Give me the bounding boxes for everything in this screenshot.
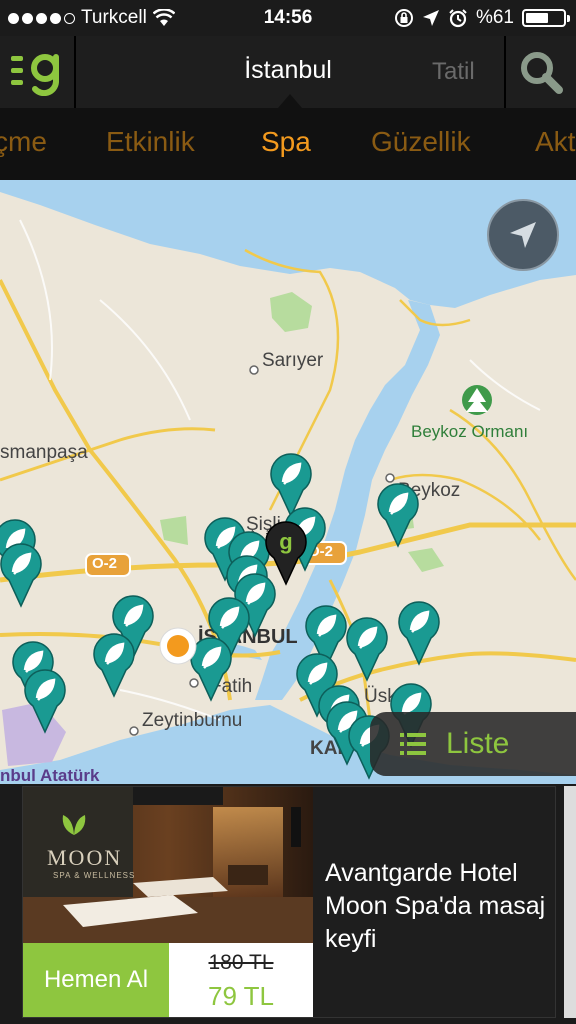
spa-pin[interactable]	[377, 482, 419, 548]
tab-aktivite[interactable]: Akt	[535, 126, 575, 158]
svg-text:g: g	[279, 529, 292, 554]
road-shield-o2-west: O-2	[92, 555, 118, 572]
spa-pin[interactable]	[0, 542, 42, 608]
status-right: %61	[394, 7, 570, 29]
battery-icon	[522, 9, 570, 27]
header-pointer	[278, 94, 302, 108]
tab-etkinlik[interactable]: Etkinlik	[106, 126, 195, 158]
current-location-icon	[159, 627, 197, 665]
buy-now-button[interactable]: Hemen Al	[23, 943, 169, 1017]
price-box: 180 TL 79 TL	[169, 943, 313, 1017]
new-price: 79 TL	[207, 981, 274, 1011]
search-button[interactable]	[504, 36, 576, 108]
search-icon	[521, 52, 563, 94]
map-label-beykoz-ormani: Beykoz Ormanı	[411, 422, 529, 441]
battery-percent: %61	[475, 7, 514, 28]
list-icon	[400, 733, 426, 755]
map-label-sariyer: Sarıyer	[262, 350, 324, 371]
spa-pin[interactable]	[346, 616, 388, 682]
deal-image: MOON SPA & WELLNESS	[23, 787, 313, 943]
map-label-osmanpasa: smanpaşa	[0, 442, 88, 463]
battery-fill	[526, 13, 548, 23]
old-price: 180 TL	[208, 951, 274, 974]
deal-card[interactable]: MOON SPA & WELLNESS Avantgarde Hotel Moo…	[22, 786, 556, 1018]
deal-title[interactable]: Avantgarde Hotel Moon Spa'da masaj keyfi	[325, 857, 551, 956]
location-arrow-icon	[510, 222, 536, 248]
tatil-tab[interactable]: Tatil	[432, 58, 475, 86]
list-view-label: Liste	[446, 727, 510, 760]
list-view-button[interactable]: Liste	[370, 712, 576, 776]
top-navigation-bar: İstanbul Tatil	[0, 36, 576, 109]
moon-leaf-logo	[62, 815, 86, 835]
alarm-icon	[449, 9, 467, 28]
city-title[interactable]: İstanbul	[0, 56, 576, 85]
location-arrow-icon	[422, 10, 439, 26]
map-label-airport: nbul Atatürk	[0, 766, 100, 784]
tab-icme[interactable]: çme	[0, 126, 47, 158]
deal-carousel[interactable]: MOON SPA & WELLNESS Avantgarde Hotel Moo…	[0, 784, 576, 1024]
rotation-lock-icon	[394, 9, 413, 27]
next-deal-card-peek[interactable]	[564, 786, 576, 1018]
tab-spa[interactable]: Spa	[261, 126, 311, 158]
locate-me-button[interactable]	[487, 199, 559, 271]
active-tab-pointer	[276, 166, 300, 180]
moon-brand: MOON	[47, 845, 123, 870]
moon-subbrand: SPA & WELLNESS	[53, 871, 136, 880]
map-label-zeytinburnu: Zeytinburnu	[142, 710, 243, 731]
spa-pin[interactable]	[398, 600, 440, 666]
spa-pin[interactable]	[24, 668, 66, 734]
tab-guzellik[interactable]: Güzellik	[371, 126, 471, 158]
spa-pin[interactable]	[93, 632, 135, 698]
map-view[interactable]: Sarıyer Beykoz Ormanı Beykoz smanpaşa Şi…	[0, 180, 576, 784]
status-bar: Turkcell 14:56 %61	[0, 0, 576, 36]
selected-deal-pin[interactable]: g	[265, 520, 307, 586]
